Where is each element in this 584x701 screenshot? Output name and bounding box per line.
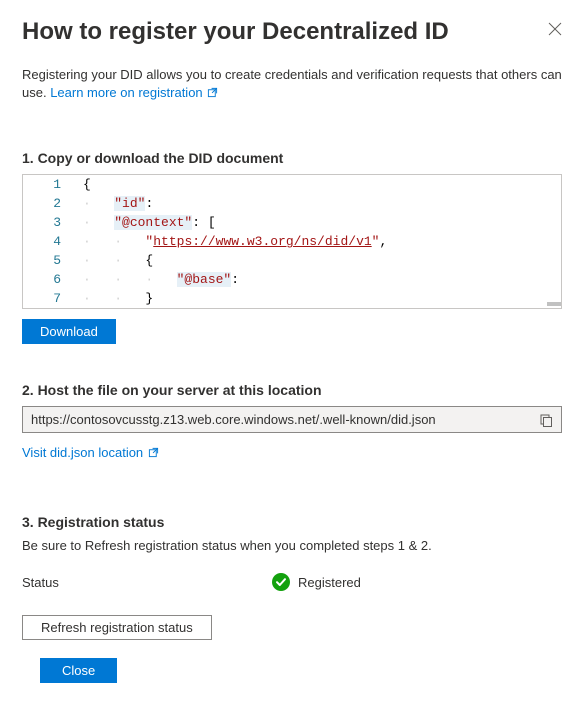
external-link-icon bbox=[207, 87, 218, 98]
did-document-code[interactable]: 1{2· "id":3· "@context": [4· · "https://… bbox=[22, 174, 562, 309]
scrollbar-thumb[interactable] bbox=[547, 302, 561, 306]
code-line: 7· · } bbox=[23, 289, 561, 308]
intro-paragraph: Registering your DID allows you to creat… bbox=[22, 66, 562, 102]
url-field: https://contosovcusstg.z13.web.core.wind… bbox=[22, 406, 562, 433]
step3-hint: Be sure to Refresh registration status w… bbox=[22, 538, 562, 553]
download-button[interactable]: Download bbox=[22, 319, 116, 344]
code-line: 6· · · "@base": bbox=[23, 270, 561, 289]
step3-heading: 3. Registration status bbox=[22, 514, 562, 530]
copy-icon[interactable] bbox=[539, 413, 553, 427]
close-icon[interactable] bbox=[548, 22, 562, 36]
code-line: 3· "@context": [ bbox=[23, 213, 561, 232]
visit-didjson-link[interactable]: Visit did.json location bbox=[22, 445, 159, 460]
code-line: 5· · { bbox=[23, 251, 561, 270]
step2-heading: 2. Host the file on your server at this … bbox=[22, 382, 562, 398]
code-line: 4· · "https://www.w3.org/ns/did/v1", bbox=[23, 232, 561, 251]
refresh-status-button[interactable]: Refresh registration status bbox=[22, 615, 212, 640]
close-button[interactable]: Close bbox=[40, 658, 117, 683]
status-label: Status bbox=[22, 575, 272, 590]
check-circle-icon bbox=[272, 573, 290, 591]
code-line: 2· "id": bbox=[23, 194, 561, 213]
external-link-icon bbox=[148, 447, 159, 458]
url-text: https://contosovcusstg.z13.web.core.wind… bbox=[31, 412, 539, 427]
learn-more-link[interactable]: Learn more on registration bbox=[50, 85, 218, 100]
status-value: Registered bbox=[298, 575, 361, 590]
step1-heading: 1. Copy or download the DID document bbox=[22, 150, 562, 166]
code-line: 1{ bbox=[23, 175, 561, 194]
dialog-title: How to register your Decentralized ID bbox=[22, 18, 449, 46]
